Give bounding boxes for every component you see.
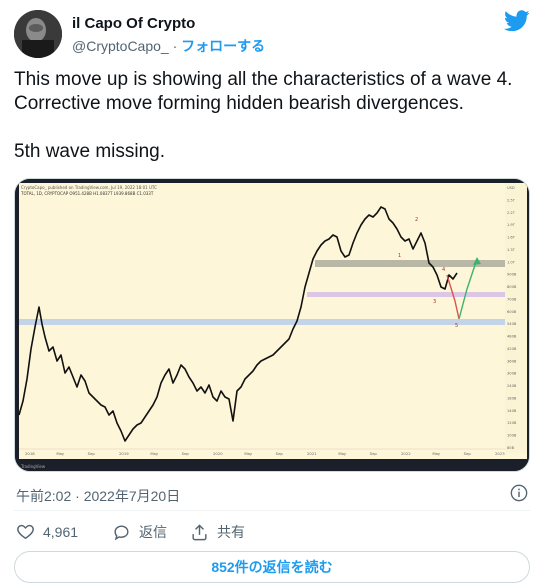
divider (14, 510, 530, 511)
x-axis-label: May (56, 451, 65, 456)
x-axis-label: 2022 (401, 451, 411, 456)
y-axis-label: 300B (507, 372, 517, 376)
y-axis-label: 1.9T (507, 223, 516, 227)
x-axis-label: Sep (276, 451, 284, 456)
reply-label: 返信 (139, 524, 167, 540)
x-axis-label: 2019 (119, 451, 129, 456)
share-label: 共有 (217, 524, 245, 540)
x-axis-label: Sep (88, 451, 96, 456)
y-axis-label: 480B (507, 335, 517, 339)
x-axis-label: May (150, 451, 159, 456)
tweet-text: This move up is showing all the characte… (14, 68, 530, 164)
x-axis-label: May (432, 451, 441, 456)
y-axis-label: 120B (507, 421, 517, 425)
tweet-card: il Capo Of Crypto @CryptoCapo_ · フォローする … (0, 0, 542, 583)
y-axis-label: 100B (507, 434, 517, 438)
info-icon[interactable] (510, 484, 528, 502)
chart-header-line1: CryptoCapo_ published on TradingView.com… (21, 185, 157, 190)
x-axis-label: 2023 (495, 451, 505, 456)
support-band-pink (307, 292, 505, 297)
reply-icon (114, 524, 129, 540)
share-icon (192, 523, 207, 540)
x-axis-label: Sep (182, 451, 190, 456)
chart-footer: TradingView (20, 464, 46, 469)
y-axis-label: 420B (507, 347, 517, 351)
handle-row: @CryptoCapo_ · フォローする (72, 36, 265, 56)
y-axis-label: 140B (507, 409, 517, 413)
like-count: 4,961 (43, 523, 79, 540)
y-axis-label: 80B (507, 446, 515, 450)
avatar[interactable] (14, 10, 62, 58)
x-axis-label: 2021 (307, 451, 317, 456)
user-handle[interactable]: @CryptoCapo_ (72, 38, 169, 54)
y-axis-label: 240B (507, 384, 517, 388)
y-axis-label: 540B (507, 322, 517, 326)
x-axis-label: Sep (464, 451, 472, 456)
reply-button[interactable]: 返信 (112, 522, 167, 542)
y-axis-label: 600B (507, 310, 517, 314)
y-axis-label: 1.3T (507, 248, 516, 252)
y-axis-label: 2.2T (507, 211, 516, 215)
tweet-line-3: 5th wave missing. (14, 141, 166, 162)
share-button[interactable]: 共有 (190, 522, 245, 542)
y-axis-label: 1.6T (507, 236, 516, 240)
tweet-line-2: Corrective move forming hidden bearish d… (14, 93, 464, 114)
x-axis-label: 2018 (25, 451, 35, 456)
chart-header-line2: TOTAL, 1D, CRYPTOCAP O951.428B H1.0837T … (20, 191, 154, 196)
y-axis-label: 2.5T (507, 198, 516, 202)
display-name[interactable]: il Capo Of Crypto (72, 15, 195, 32)
price-chart: CryptoCapo_ published on TradingView.com… (15, 179, 529, 471)
twitter-bird-icon[interactable] (504, 10, 530, 32)
tweet-header: il Capo Of Crypto @CryptoCapo_ · フォローする (14, 10, 530, 58)
wave-label-2: 2 (415, 217, 418, 223)
x-axis-label: May (244, 451, 253, 456)
wave-label-4: 4 (442, 267, 445, 273)
wave-label-5: 5 (455, 323, 458, 329)
x-axis-label: May (338, 451, 347, 456)
y-axis-label: 1.0T (507, 260, 516, 264)
handle-separator: · (172, 38, 178, 54)
y-axis-label: USD (507, 186, 515, 190)
y-axis-label: 700B (507, 297, 517, 301)
wave-label-1: 1 (398, 253, 401, 259)
support-band-blue (19, 319, 505, 325)
y-axis-label: 900B (507, 273, 517, 277)
wave-label-3: 3 (433, 299, 436, 305)
chart-image[interactable]: CryptoCapo_ published on TradingView.com… (14, 178, 530, 472)
heart-icon (17, 524, 34, 540)
like-button[interactable]: 4,961 (16, 522, 78, 541)
follow-button[interactable]: フォローする (181, 38, 265, 54)
tweet-line-1: This move up is showing all the characte… (14, 69, 513, 90)
y-axis-label: 800B (507, 285, 517, 289)
y-axis-label: 180B (507, 396, 517, 400)
read-replies-button[interactable]: 852件の返信を読む (14, 551, 530, 583)
y-axis-label: 360B (507, 359, 517, 363)
tweet-timestamp[interactable]: 午前2:02 · 2022年7月20日 (16, 486, 180, 506)
avatar-image (14, 10, 62, 58)
x-axis-label: Sep (370, 451, 378, 456)
x-axis-label: 2020 (213, 451, 223, 456)
